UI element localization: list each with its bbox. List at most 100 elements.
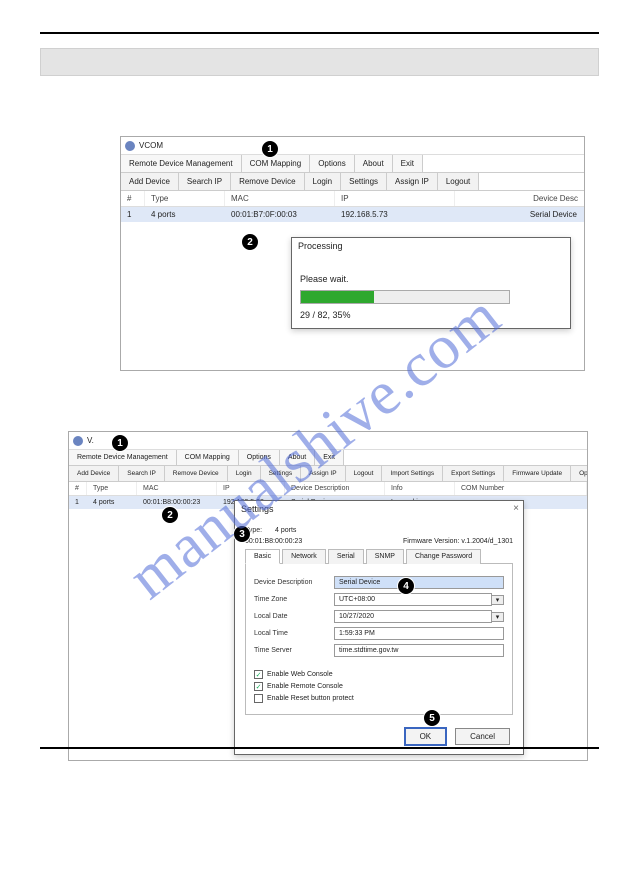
enable-remote-console-label: Enable Remote Console <box>267 683 343 690</box>
cell-type: 4 ports <box>87 496 137 509</box>
menu-about[interactable]: About <box>355 155 393 172</box>
menu-exit[interactable]: Exit <box>393 155 423 172</box>
device-description-label: Device Description <box>254 579 334 586</box>
cell-num: 1 <box>121 207 145 222</box>
close-icon[interactable]: × <box>513 503 519 514</box>
window-titlebar: V. <box>69 432 587 450</box>
col-desc: Device Description <box>285 482 385 495</box>
callout-badge-4: 4 <box>397 577 415 595</box>
table-header: # Type MAC IP Device Description Info CO… <box>69 482 587 496</box>
dialog-title: Processing <box>292 238 570 254</box>
enable-web-console-checkbox[interactable]: ✓Enable Web Console <box>254 670 504 679</box>
menu-options[interactable]: Options <box>310 155 355 172</box>
btn-login[interactable]: Login <box>305 173 342 190</box>
callout-badge-1: 1 <box>111 434 129 452</box>
window-titlebar: VCOM <box>121 137 584 155</box>
table-header: # Type MAC IP Device Desc <box>121 191 584 207</box>
btn-search-ip[interactable]: Search IP <box>119 466 165 481</box>
col-mac: MAC <box>137 482 217 495</box>
col-num: # <box>121 191 145 206</box>
col-mac: MAC <box>225 191 335 206</box>
app-icon <box>73 436 83 446</box>
btn-logout[interactable]: Logout <box>346 466 383 481</box>
cancel-button[interactable]: Cancel <box>455 728 510 745</box>
mac-value: 00:01:B8:00:00:23 <box>245 538 302 545</box>
tab-snmp[interactable]: SNMP <box>366 549 404 564</box>
col-type: Type <box>145 191 225 206</box>
tab-change-password[interactable]: Change Password <box>406 549 481 564</box>
menu-remote-device[interactable]: Remote Device Management <box>121 155 242 172</box>
btn-import-settings[interactable]: Import Settings <box>382 466 443 481</box>
ok-button[interactable]: OK <box>404 727 448 746</box>
chevron-down-icon[interactable]: ▾ <box>492 595 504 605</box>
col-num: # <box>69 482 87 495</box>
progress-status: 29 / 82, 35% <box>300 310 562 320</box>
local-time-input[interactable]: 1:59:33 PM <box>334 627 504 640</box>
callout-badge-3: 3 <box>233 525 251 543</box>
cell-mac: 00:01:B7:0F:00:03 <box>225 207 335 222</box>
time-zone-select[interactable]: UTC+08:00 <box>334 593 492 606</box>
cell-desc: Serial Device <box>455 207 584 222</box>
settings-dialog: Settings × Type:4 ports 00:01:B8:00:00:2… <box>234 500 524 755</box>
cell-type: 4 ports <box>145 207 225 222</box>
callout-badge-1: 1 <box>261 140 279 158</box>
enable-reset-protect-label: Enable Reset button protect <box>267 695 354 702</box>
screenshot-2: V. 1 Remote Device Management COM Mappin… <box>68 431 588 761</box>
enable-remote-console-checkbox[interactable]: ✓Enable Remote Console <box>254 682 504 691</box>
btn-add-device[interactable]: Add Device <box>69 466 119 481</box>
toolbar: Add Device Search IP Remove Device Login… <box>69 466 587 482</box>
col-info: Info <box>385 482 455 495</box>
callout-badge-2: 2 <box>241 233 259 251</box>
btn-assign-ip[interactable]: Assign IP <box>387 173 438 190</box>
local-date-input[interactable]: 10/27/2020 <box>334 610 492 623</box>
menu-exit[interactable]: Exit <box>315 450 344 465</box>
menu-com-mapping[interactable]: COM Mapping <box>242 155 311 172</box>
menu-options[interactable]: Options <box>239 450 280 465</box>
toolbar: Add Device Search IP Remove Device Login… <box>121 173 584 191</box>
btn-export-settings[interactable]: Export Settings <box>443 466 504 481</box>
please-wait-label: Please wait. <box>300 274 562 284</box>
window-title: V. <box>87 436 94 445</box>
menu-about[interactable]: About <box>280 450 315 465</box>
btn-assign-ip[interactable]: Assign IP <box>301 466 345 481</box>
menu-remote-device[interactable]: Remote Device Management <box>69 450 177 465</box>
btn-login[interactable]: Login <box>228 466 261 481</box>
enable-reset-protect-checkbox[interactable]: Enable Reset button protect <box>254 694 504 703</box>
cell-num: 1 <box>69 496 87 509</box>
window-title: VCOM <box>139 141 163 150</box>
menubar[interactable]: Remote Device Management COM Mapping Opt… <box>69 450 587 466</box>
btn-remove-device[interactable]: Remove Device <box>165 466 228 481</box>
btn-logout[interactable]: Logout <box>438 173 479 190</box>
btn-firmware-update[interactable]: Firmware Update <box>504 466 571 481</box>
btn-settings[interactable]: Settings <box>261 466 302 481</box>
progress-fill <box>301 291 374 303</box>
calendar-icon[interactable]: ▾ <box>492 612 504 622</box>
btn-add-device[interactable]: Add Device <box>121 173 179 190</box>
device-description-input[interactable]: Serial Device <box>334 576 504 589</box>
app-icon <box>125 141 135 151</box>
btn-open-browser[interactable]: Open in Browser <box>571 466 588 481</box>
callout-badge-5: 5 <box>423 709 441 727</box>
btn-search-ip[interactable]: Search IP <box>179 173 231 190</box>
fw-value: v.1.2004/d_1301 <box>461 538 513 545</box>
cell-mac: 00:01:B8:00:00:23 <box>137 496 217 509</box>
type-value: 4 ports <box>275 527 296 534</box>
menu-com-mapping[interactable]: COM Mapping <box>177 450 239 465</box>
btn-remove-device[interactable]: Remove Device <box>231 173 304 190</box>
tab-serial[interactable]: Serial <box>328 549 364 564</box>
dialog-title: Settings <box>235 501 523 517</box>
tab-basic[interactable]: Basic <box>245 549 280 564</box>
col-ip: IP <box>217 482 285 495</box>
btn-settings[interactable]: Settings <box>341 173 387 190</box>
time-server-label: Time Server <box>254 647 334 654</box>
col-type: Type <box>87 482 137 495</box>
cell-ip: 192.168.5.73 <box>335 207 455 222</box>
time-server-input[interactable]: time.stdtime.gov.tw <box>334 644 504 657</box>
table-row[interactable]: 1 4 ports 00:01:B7:0F:00:03 192.168.5.73… <box>121 207 584 222</box>
menubar[interactable]: Remote Device Management COM Mapping Opt… <box>121 155 584 173</box>
enable-web-console-label: Enable Web Console <box>267 671 333 678</box>
screenshot-1: VCOM 1 Remote Device Management COM Mapp… <box>120 136 585 371</box>
progress-bar <box>300 290 510 304</box>
tab-network[interactable]: Network <box>282 549 326 564</box>
local-time-label: Local Time <box>254 630 334 637</box>
